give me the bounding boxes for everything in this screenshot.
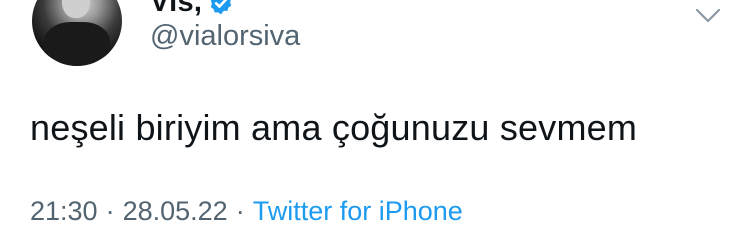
verified-badge-icon (208, 0, 234, 16)
tweet-metadata: 21:30 · 28.05.22 · Twitter for iPhone (30, 196, 463, 227)
tweet-source-link[interactable]: Twitter for iPhone (253, 196, 463, 226)
author-name-row[interactable]: Vis, (150, 0, 234, 19)
author-display-name[interactable]: Vis, (150, 0, 202, 19)
tweet-time[interactable]: 21:30 (30, 196, 98, 226)
chevron-down-icon[interactable] (694, 6, 722, 26)
avatar[interactable] (32, 0, 122, 66)
tweet-text: neşeli biriyim ama çoğunuzu sevmem (30, 107, 638, 148)
tweet-date[interactable]: 28.05.22 (123, 196, 228, 226)
avatar-body (44, 22, 110, 66)
avatar-face (62, 0, 90, 18)
meta-separator: · (235, 196, 245, 226)
meta-separator: · (105, 196, 115, 226)
author-handle[interactable]: @vialorsiva (150, 20, 300, 53)
